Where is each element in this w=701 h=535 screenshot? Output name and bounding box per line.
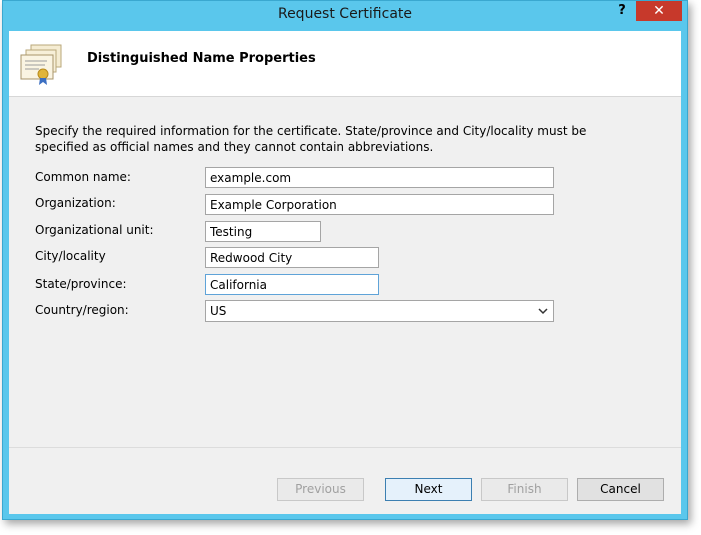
certificate-icon bbox=[20, 44, 62, 85]
city-label: City/locality bbox=[35, 249, 106, 263]
finish-button[interactable]: Finish bbox=[481, 478, 568, 501]
organization-input[interactable] bbox=[205, 194, 554, 215]
country-label: Country/region: bbox=[35, 303, 129, 317]
window-title: Request Certificate bbox=[277, 6, 413, 22]
request-certificate-window: Request Certificate ? ✕ Distinguished Na… bbox=[2, 0, 688, 520]
organization-label: Organization: bbox=[35, 196, 116, 210]
state-input[interactable] bbox=[205, 274, 379, 295]
country-select[interactable]: US bbox=[205, 300, 554, 322]
close-button[interactable]: ✕ bbox=[636, 1, 682, 21]
common-name-input[interactable] bbox=[205, 167, 554, 188]
org-unit-input[interactable] bbox=[205, 221, 321, 242]
common-name-label: Common name: bbox=[35, 170, 131, 184]
state-label: State/province: bbox=[35, 277, 127, 291]
country-selected-value: US bbox=[210, 304, 227, 318]
previous-button[interactable]: Previous bbox=[277, 478, 364, 501]
cancel-button[interactable]: Cancel bbox=[577, 478, 664, 501]
city-input[interactable] bbox=[205, 247, 379, 268]
chevron-down-icon bbox=[538, 308, 548, 315]
instructions-text: Specify the required information for the… bbox=[35, 124, 587, 154]
title-bar[interactable]: Request Certificate ? ✕ bbox=[3, 1, 687, 31]
page-title: Distinguished Name Properties bbox=[87, 51, 316, 66]
wizard-header: Distinguished Name Properties bbox=[9, 31, 681, 97]
help-button[interactable]: ? bbox=[609, 1, 635, 21]
next-button[interactable]: Next bbox=[385, 478, 472, 501]
org-unit-label: Organizational unit: bbox=[35, 223, 154, 237]
dialog-client-area: Distinguished Name Properties Specify th… bbox=[9, 31, 681, 514]
